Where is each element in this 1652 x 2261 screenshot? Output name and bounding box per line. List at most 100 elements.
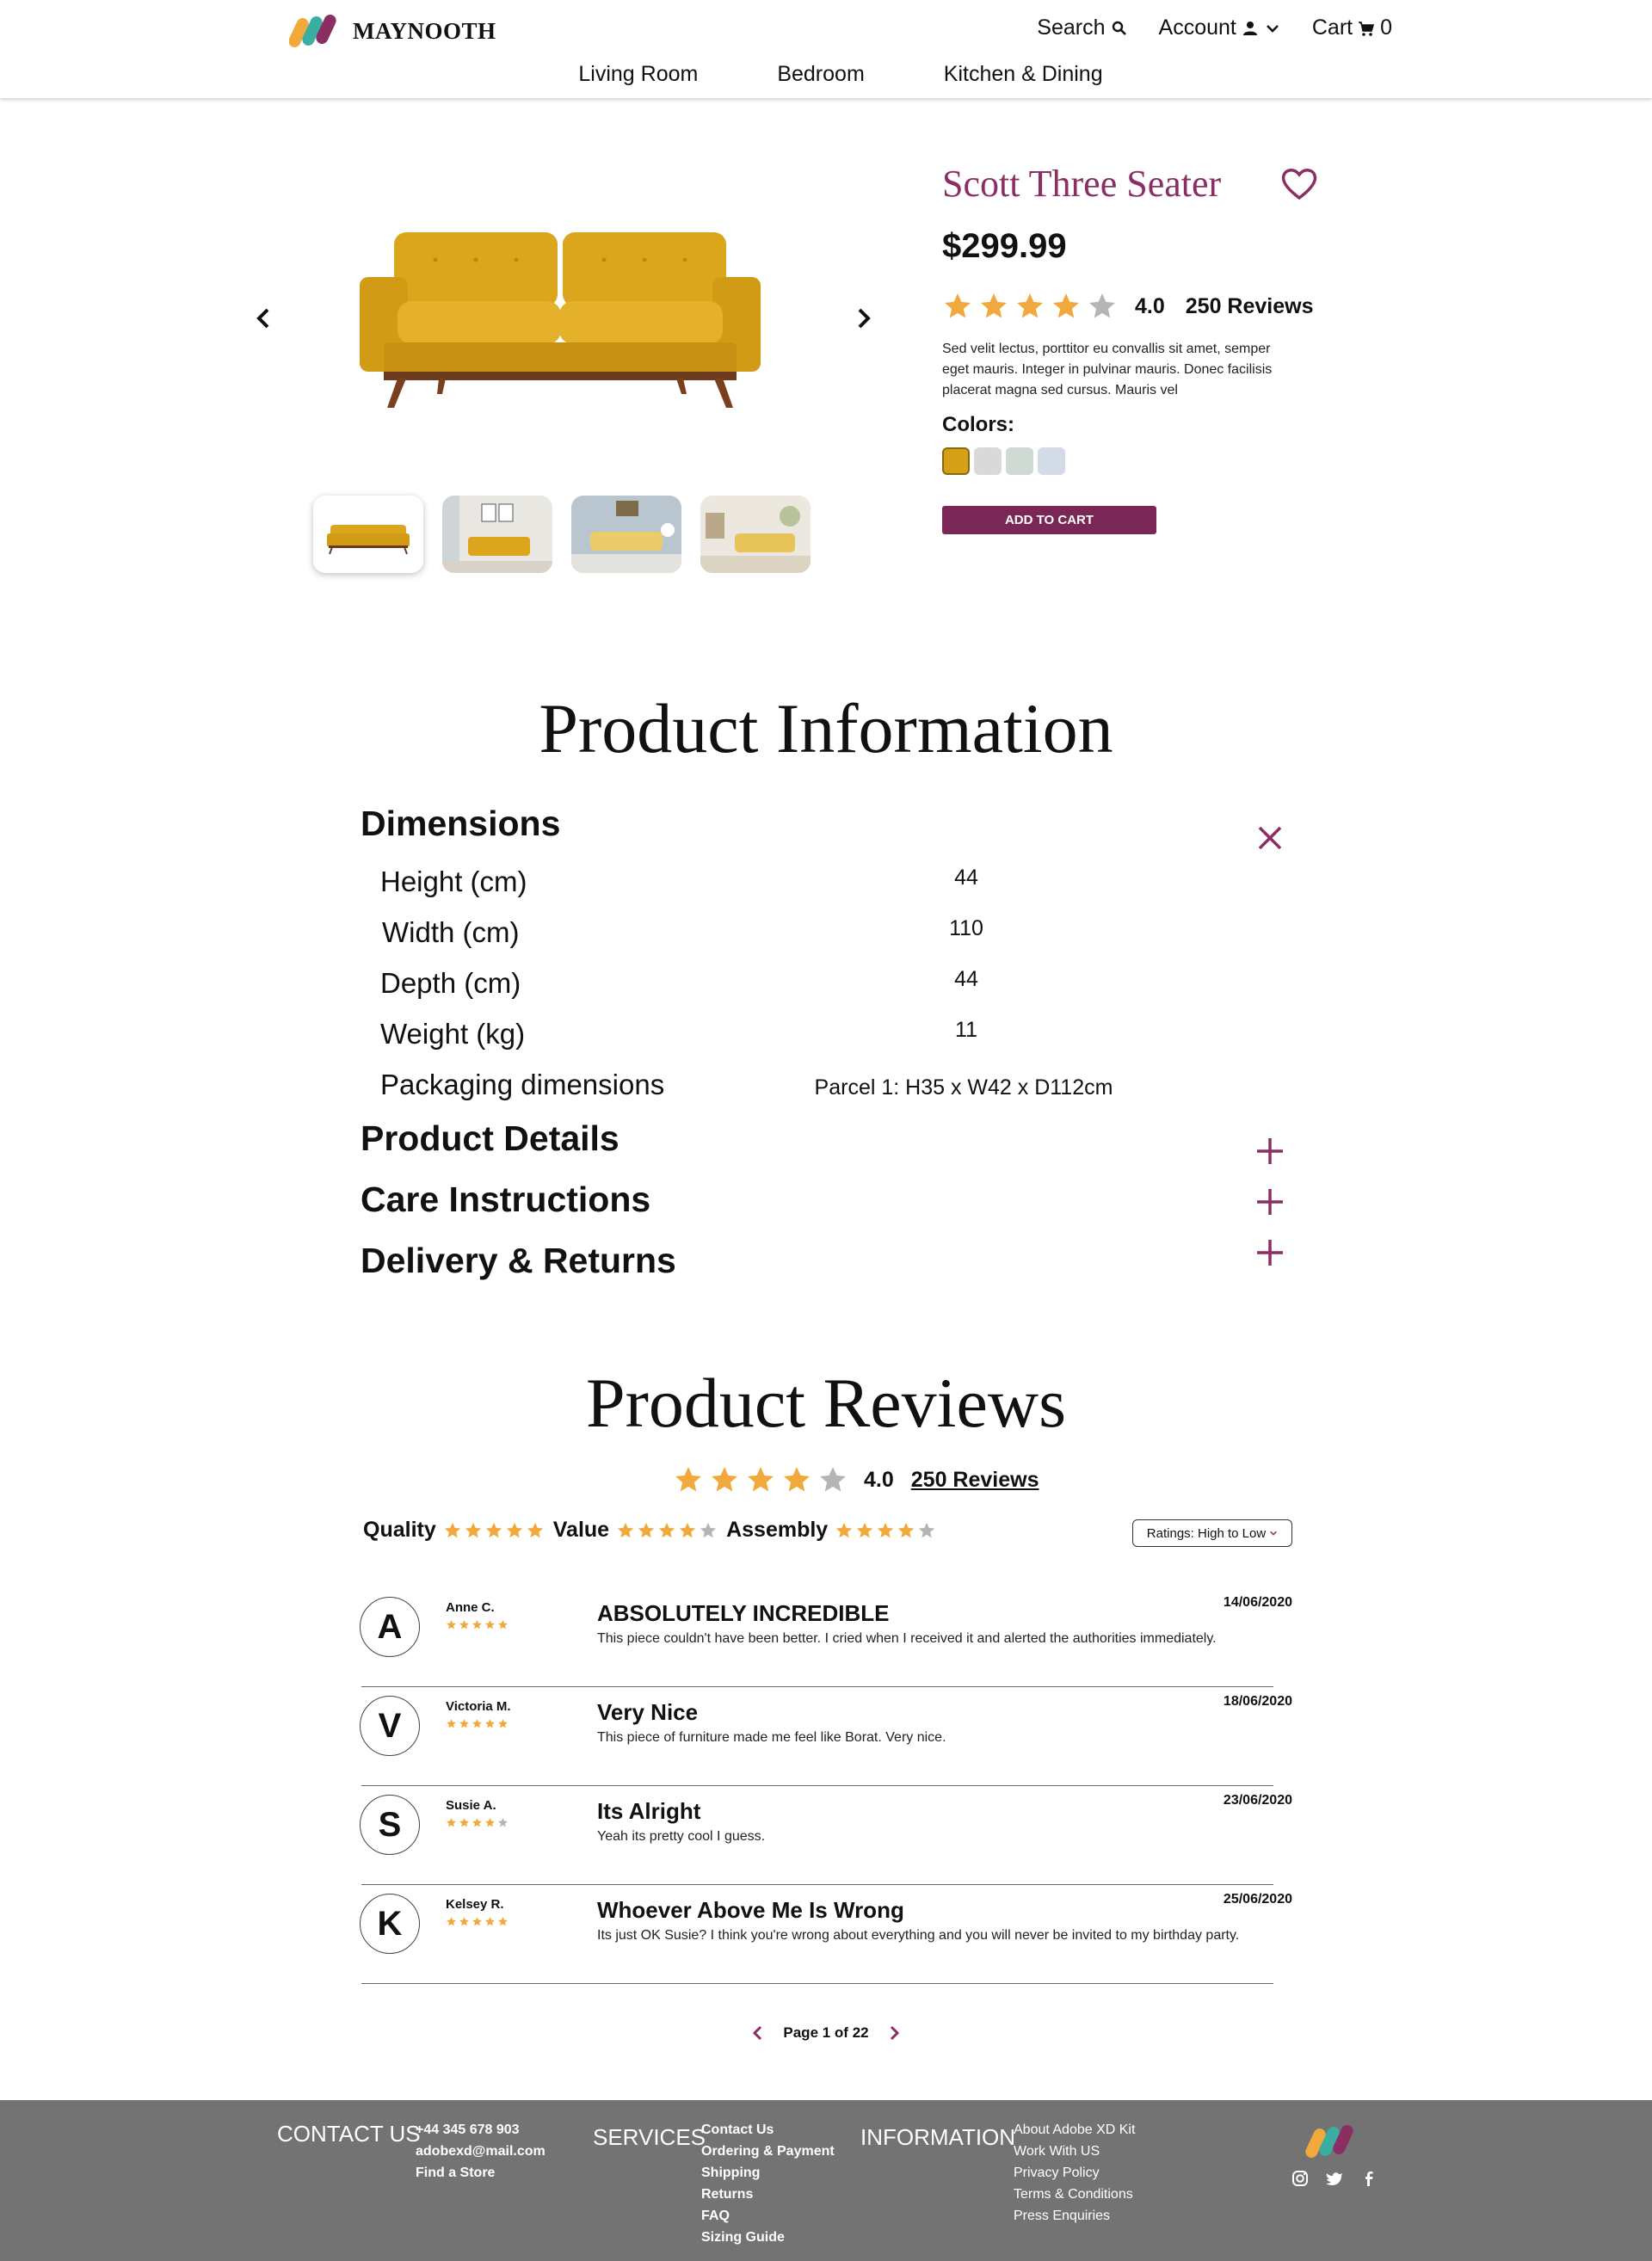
add-to-cart-button[interactable]: ADD TO CART <box>942 506 1156 534</box>
review-title: ABSOLUTELY INCREDIBLE <box>597 1600 890 1626</box>
logo-mark-icon <box>289 15 336 47</box>
star-filled-icon <box>472 1917 482 1926</box>
product-reviews-title: Product Reviews <box>586 1364 1066 1442</box>
star-filled-icon <box>485 1719 495 1728</box>
star-filled-icon <box>472 1818 482 1827</box>
nav-item-bedroom[interactable]: Bedroom <box>777 62 864 87</box>
rating-stars <box>942 291 1118 322</box>
review-stars <box>446 1718 509 1729</box>
footer-link-returns[interactable]: Returns <box>701 2184 835 2205</box>
reviews-summary: 4.0 250 Reviews <box>673 1464 1039 1495</box>
footer-link-contact-us[interactable]: Contact Us <box>701 2119 835 2141</box>
review-date: 25/06/2020 <box>1223 1892 1292 1907</box>
social-links <box>1291 2169 1378 2188</box>
reviewer-avatar: A <box>360 1597 420 1657</box>
review-date: 14/06/2020 <box>1223 1595 1292 1610</box>
dimension-value-weight: 11 <box>955 1018 977 1042</box>
footer-link-ordering[interactable]: Ordering & Payment <box>701 2141 835 2162</box>
footer-link-privacy[interactable]: Privacy Policy <box>1014 2162 1135 2184</box>
reviews-count-link[interactable]: 250 Reviews <box>1186 294 1314 319</box>
dimensions-heading[interactable]: Dimensions <box>361 804 560 844</box>
pagination-prev-icon[interactable] <box>749 2024 767 2042</box>
room-thumbnail-image <box>571 496 681 573</box>
color-swatch-1[interactable] <box>942 447 970 475</box>
footer-link-work-with-us[interactable]: Work With US <box>1014 2141 1135 2162</box>
plus-icon[interactable] <box>1254 1186 1285 1217</box>
footer-link-about[interactable]: About Adobe XD Kit <box>1014 2119 1135 2141</box>
footer-find-store[interactable]: Find a Store <box>416 2162 546 2184</box>
footer-logo-icon[interactable] <box>1304 2122 1370 2160</box>
review-item: K Kelsey R. Whoever Above Me Is Wrong It… <box>360 1885 1292 1984</box>
footer-services-heading: SERVICES <box>593 2124 706 2150</box>
thumbnail-4[interactable] <box>700 496 811 573</box>
review-item: A Anne C. ABSOLUTELY INCREDIBLE This pie… <box>360 1588 1292 1687</box>
star-filled-icon <box>444 1522 460 1537</box>
instagram-icon[interactable] <box>1291 2169 1310 2188</box>
nav-item-kitchen-dining[interactable]: Kitchen & Dining <box>944 62 1103 87</box>
reviewer-avatar: S <box>360 1795 420 1855</box>
search-link[interactable]: Search <box>1037 15 1127 40</box>
thumbnail-2[interactable] <box>442 496 552 573</box>
footer-link-terms[interactable]: Terms & Conditions <box>1014 2184 1135 2205</box>
gallery-prev-button[interactable] <box>246 301 280 336</box>
plus-icon[interactable] <box>1254 1136 1285 1167</box>
dimension-label-weight: Weight (kg) <box>380 1018 526 1050</box>
gallery-next-button[interactable] <box>847 301 881 336</box>
footer-link-sizing[interactable]: Sizing Guide <box>701 2227 835 2248</box>
utility-links: Search Account Cart 0 <box>1037 15 1392 40</box>
review-date: 23/06/2020 <box>1223 1793 1292 1808</box>
star-filled-icon <box>878 1522 894 1537</box>
brand-name: MAYNOOTH <box>353 17 496 44</box>
product-details-heading[interactable]: Product Details <box>361 1118 620 1159</box>
review-stars <box>446 1916 509 1927</box>
color-swatch-3[interactable] <box>1006 447 1033 475</box>
main-nav: Living Room Bedroom Kitchen & Dining <box>0 62 1652 87</box>
plus-icon[interactable] <box>1254 1237 1285 1268</box>
reviewer-avatar: K <box>360 1894 420 1954</box>
footer-email[interactable]: adobexd@mail.com <box>416 2141 546 2162</box>
reviews-rating-value: 4.0 <box>864 1467 894 1492</box>
account-link[interactable]: Account <box>1159 15 1281 40</box>
color-swatch-4[interactable] <box>1038 447 1065 475</box>
wishlist-heart-icon[interactable] <box>1280 167 1318 201</box>
twitter-icon[interactable] <box>1325 2169 1344 2188</box>
review-body: Yeah its pretty cool I guess. <box>597 1829 766 1844</box>
thumbnail-3[interactable] <box>571 496 681 573</box>
sort-select[interactable]: Ratings: High to Low <box>1132 1519 1292 1547</box>
close-icon[interactable] <box>1254 822 1285 853</box>
dimension-value-packaging: Parcel 1: H35 x W42 x D112cm <box>814 1075 1113 1100</box>
footer-link-faq[interactable]: FAQ <box>701 2205 835 2227</box>
dimension-label-height: Height (cm) <box>380 866 527 897</box>
brand-logo[interactable]: MAYNOOTH <box>289 12 496 50</box>
facebook-icon[interactable] <box>1359 2169 1378 2188</box>
star-filled-icon <box>712 1467 737 1492</box>
footer-link-shipping[interactable]: Shipping <box>701 2162 835 2184</box>
account-label: Account <box>1158 15 1236 40</box>
star-filled-icon <box>485 1818 495 1827</box>
dimension-label-depth: Depth (cm) <box>380 967 521 999</box>
dimension-value-width: 110 <box>949 916 983 940</box>
footer-link-press[interactable]: Press Enquiries <box>1014 2205 1135 2227</box>
footer-contact-heading: CONTACT US <box>277 2121 421 2147</box>
color-swatch-2[interactable] <box>974 447 1002 475</box>
pagination-next-icon[interactable] <box>885 2024 903 2042</box>
reviews-count-link[interactable]: 250 Reviews <box>911 1468 1039 1493</box>
review-title: Very Nice <box>597 1699 699 1725</box>
rating-value: 4.0 <box>1135 293 1165 318</box>
reviewer-avatar: V <box>360 1696 420 1756</box>
star-filled-icon <box>485 1620 495 1630</box>
star-empty-icon <box>1089 293 1115 318</box>
star-filled-icon <box>459 1818 469 1827</box>
nav-item-living-room[interactable]: Living Room <box>578 62 698 87</box>
care-instructions-heading[interactable]: Care Instructions <box>361 1180 650 1220</box>
thumbnail-1[interactable] <box>313 496 423 573</box>
delivery-returns-heading[interactable]: Delivery & Returns <box>361 1241 676 1281</box>
star-filled-icon <box>447 1620 456 1630</box>
star-filled-icon <box>485 1917 495 1926</box>
product-name: Scott Three Seater <box>942 163 1222 205</box>
product-rating: 4.0 250 Reviews <box>942 291 1313 322</box>
dimension-value-height: 44 <box>954 866 978 890</box>
footer-phone[interactable]: +44 345 678 903 <box>416 2119 546 2141</box>
star-filled-icon <box>447 1818 456 1827</box>
cart-link[interactable]: Cart 0 <box>1312 15 1392 40</box>
